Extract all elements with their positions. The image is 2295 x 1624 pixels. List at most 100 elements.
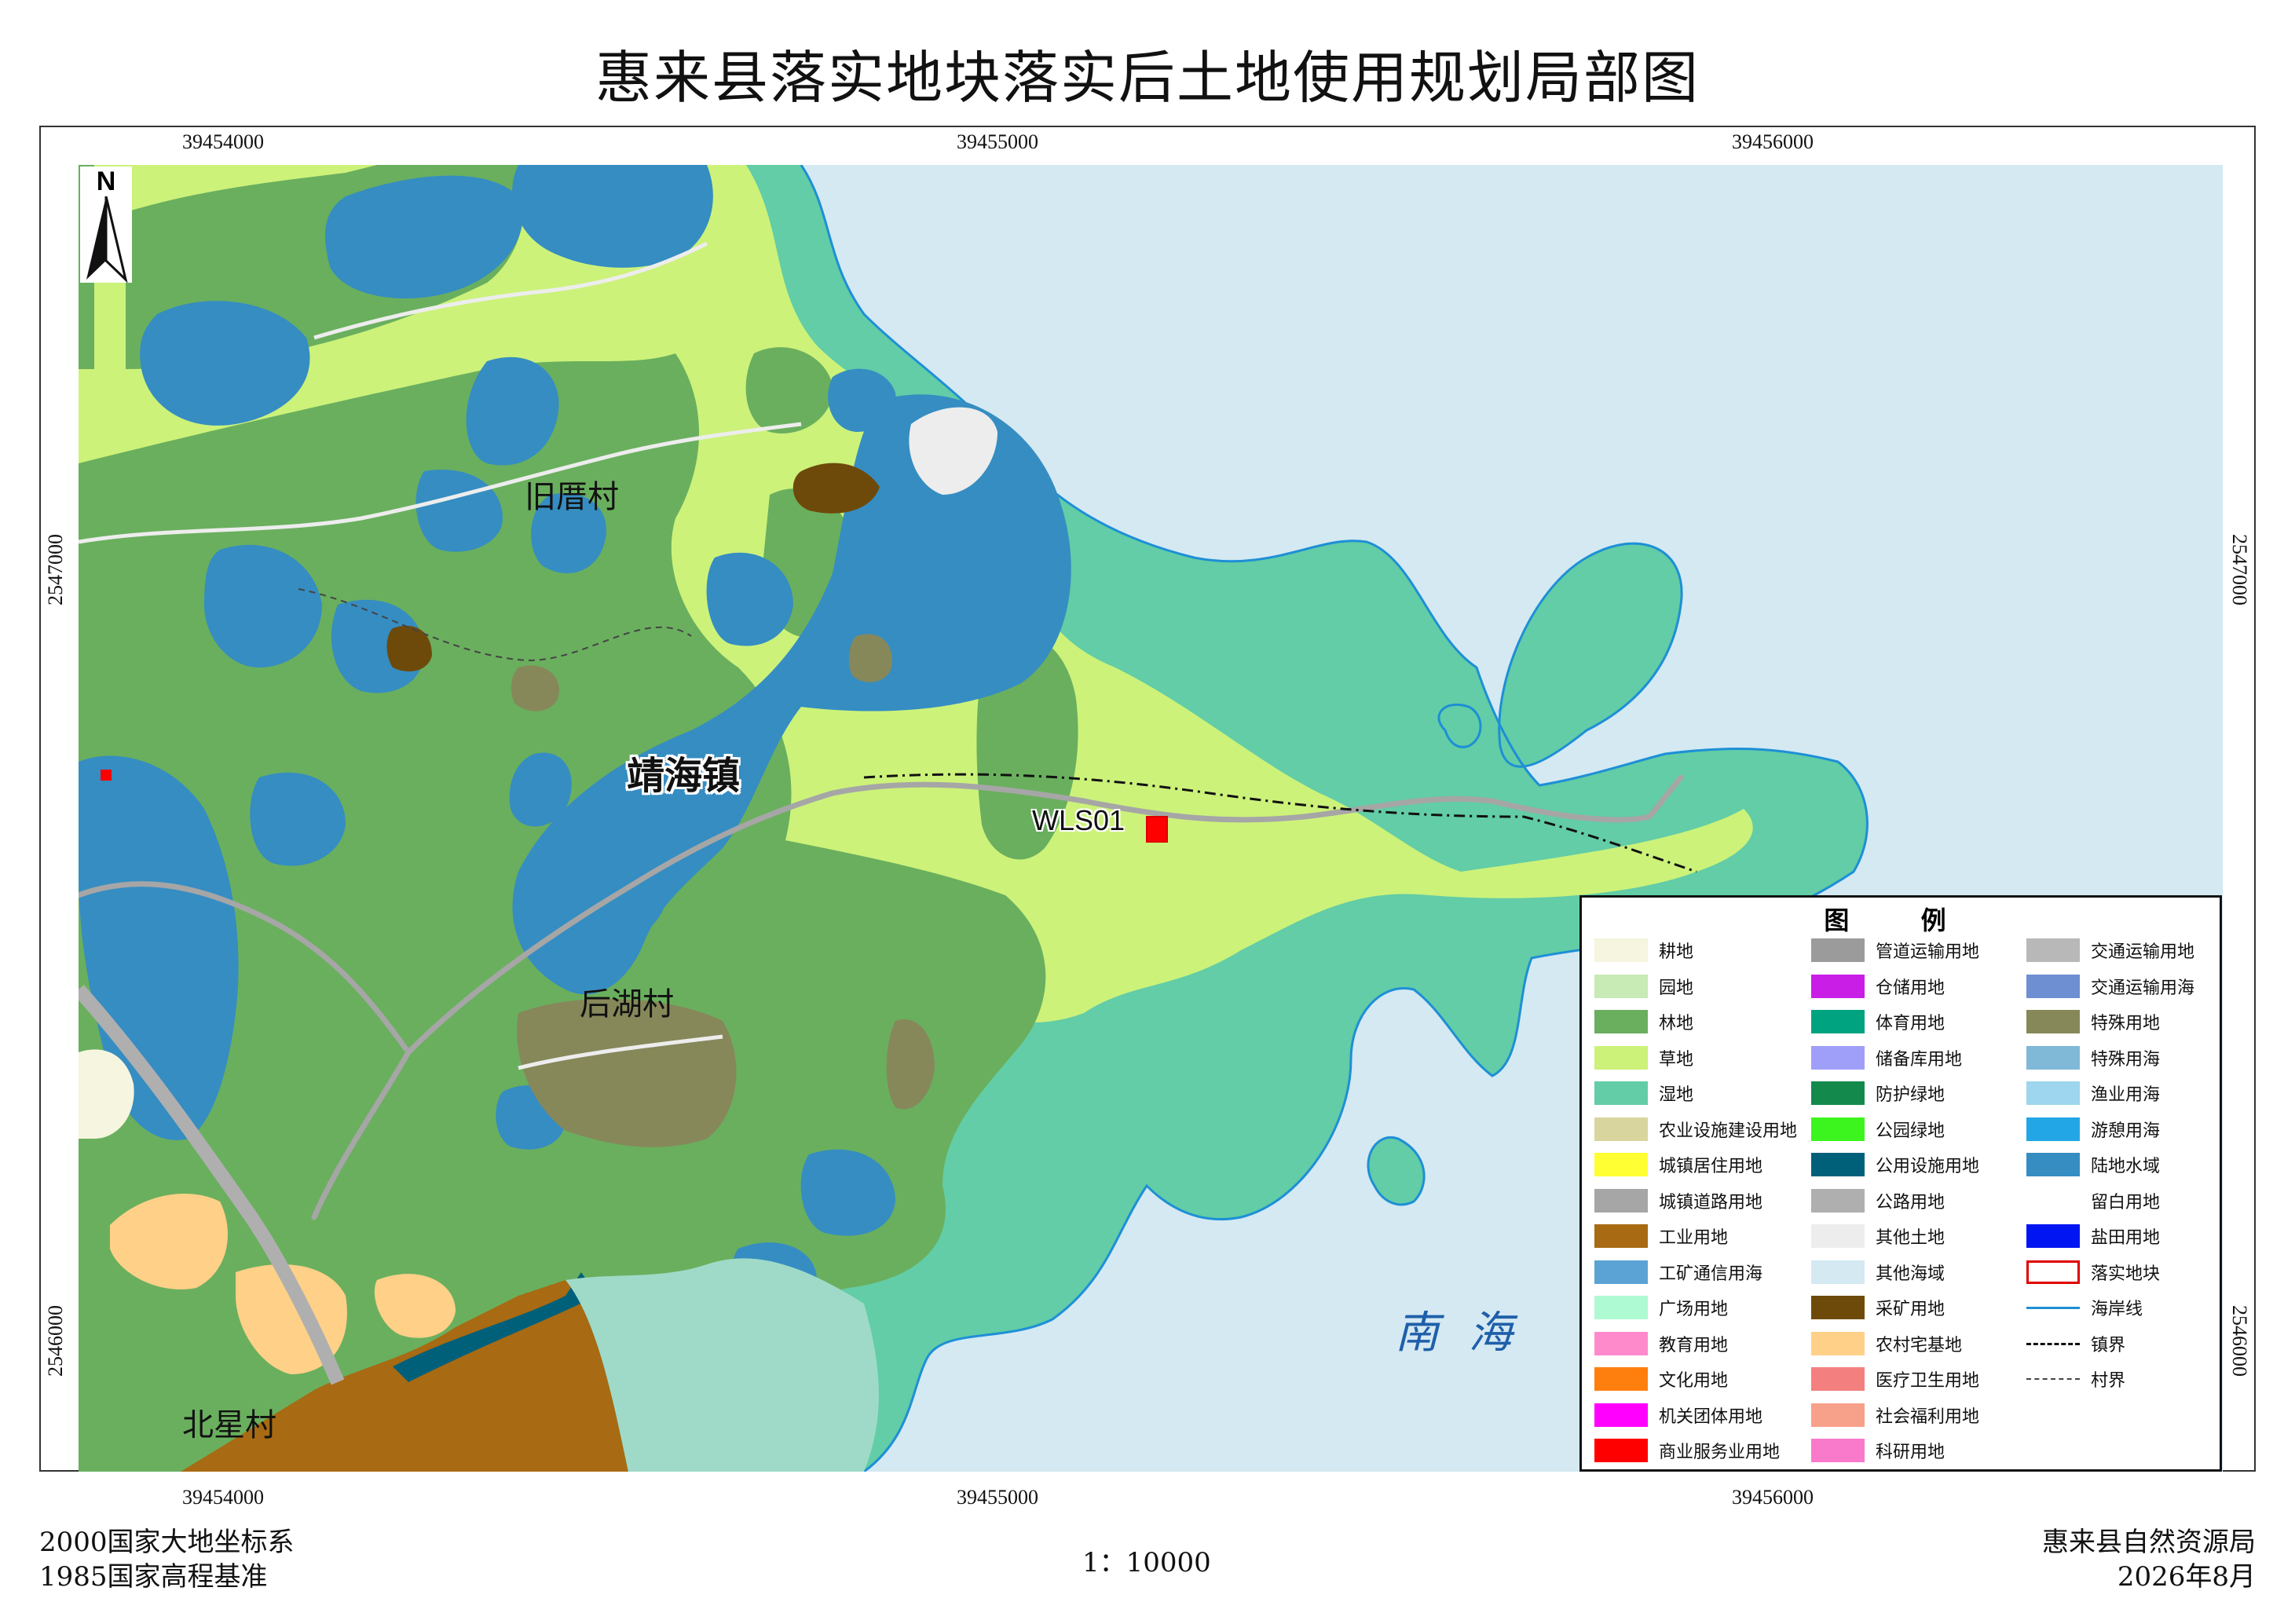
legend-item: 仓储用地: [1811, 973, 1945, 1000]
legend-item: 广场用地: [1594, 1294, 1728, 1321]
legend-swatch: [1594, 1010, 1648, 1033]
legend-label: 工矿通信用海: [1659, 1264, 1763, 1284]
legend-label: 农业设施建设用地: [1659, 1121, 1798, 1141]
legend-label: 其他土地: [1876, 1228, 1945, 1248]
legend-label: 特殊用地: [2091, 1014, 2161, 1033]
legend-item: 采矿用地: [1811, 1294, 1945, 1321]
label-beixing: 北星村: [182, 1407, 276, 1443]
legend-label: 体育用地: [1876, 1014, 1945, 1033]
legend-label: 盐田用地: [2091, 1228, 2161, 1248]
legend-swatch: [1811, 1367, 1865, 1391]
label-parcel-wls01: WLS01: [1032, 804, 1126, 836]
legend-swatch: [1594, 1331, 1648, 1355]
legend-swatch: [2026, 1188, 2080, 1213]
label-houhu: 后湖村: [580, 986, 674, 1022]
legend-item: 防护绿地: [1811, 1080, 1945, 1106]
legend-item: 机关团体用地: [1594, 1402, 1762, 1428]
legend-swatch: [1594, 974, 1648, 998]
legend-swatch: [1811, 974, 1865, 998]
legend-item: 文化用地: [1594, 1366, 1728, 1392]
legend-label: 交通运输用海: [2091, 978, 2195, 998]
footer-scale: 1：10000: [1082, 1547, 1211, 1578]
legend-swatch: [1811, 1439, 1865, 1462]
legend-label: 公用设施用地: [1876, 1157, 1980, 1176]
map-title: 惠来县落实地块落实后土地使用规划局部图: [595, 45, 1700, 111]
legend-label: 防护绿地: [1876, 1085, 1945, 1105]
legend-swatch: [2026, 1010, 2080, 1033]
north-label: N: [96, 166, 116, 196]
legend-swatch: [1811, 1403, 1865, 1427]
legend-swatch: [2026, 1296, 2080, 1319]
legend-swatch: [1594, 1188, 1648, 1213]
legend-swatch: [1594, 1260, 1648, 1284]
legend-item: 公用设施用地: [1811, 1151, 1979, 1178]
legend-swatch: [2026, 1117, 2080, 1141]
coord-top-x2: 39455000: [957, 130, 1038, 153]
legend-line: [2026, 1378, 2080, 1380]
legend-line: [2026, 1342, 2080, 1345]
legend-label: 医疗卫生用地: [1876, 1371, 1980, 1391]
legend-line: [2026, 1307, 2080, 1309]
legend-item: 陆地水域: [2026, 1151, 2160, 1178]
legend-swatch: [2026, 1224, 2080, 1248]
legend-item: 渔业用海: [2026, 1080, 2160, 1106]
legend-label: 游憩用海: [2091, 1121, 2161, 1141]
legend-item: 工业用地: [1594, 1223, 1728, 1249]
label-south-sea: 南 海: [1395, 1308, 1521, 1359]
legend-label: 村界: [2091, 1371, 2126, 1391]
legend-item: 储备库用地: [1811, 1044, 1962, 1071]
legend-label: 林地: [1659, 1014, 1694, 1033]
legend-label: 陆地水域: [2091, 1157, 2161, 1176]
legend-swatch: [1811, 1296, 1865, 1319]
legend-item: 教育用地: [1594, 1330, 1728, 1357]
legend-swatch: [2026, 1367, 2080, 1391]
legend-swatch: [1811, 1117, 1865, 1141]
legend-item: 镇界: [2026, 1330, 2125, 1357]
legend-label: 其他海域: [1876, 1264, 1945, 1284]
footer-height-datum: 1985国家高程基准: [39, 1561, 268, 1593]
legend-item: 城镇居住用地: [1594, 1151, 1762, 1178]
legend-item: 社会福利用地: [1811, 1402, 1979, 1428]
legend-item: 城镇道路用地: [1594, 1187, 1762, 1214]
legend-label: 城镇居住用地: [1659, 1157, 1763, 1176]
legend-label: 草地: [1659, 1049, 1694, 1070]
legend-item: 商业服务业用地: [1594, 1437, 1780, 1464]
legend-label: 公路用地: [1876, 1192, 1945, 1213]
legend-label: 公园绿地: [1876, 1121, 1945, 1141]
target-parcel-wls01[interactable]: [1146, 816, 1168, 843]
legend-swatch: [1811, 1224, 1865, 1248]
legend-swatch: [2026, 1260, 2080, 1284]
footer-date: 2026年8月: [2117, 1561, 2256, 1593]
footer-crs: 2000国家大地坐标系: [39, 1527, 295, 1558]
legend-item: 管道运输用地: [1811, 937, 1979, 964]
coord-bottom-x1: 39454000: [182, 1486, 264, 1509]
legend-swatch: [1811, 1045, 1865, 1070]
legend-item: 盐田用地: [2026, 1223, 2160, 1249]
legend-title: 图 例: [1824, 905, 1978, 935]
legend-item: 海岸线: [2026, 1294, 2143, 1321]
legend-label: 特殊用海: [2091, 1049, 2161, 1070]
commercial-parcel: [101, 770, 112, 781]
legend-swatch: [1594, 1224, 1648, 1248]
legend-item: 交通运输用海: [2026, 973, 2194, 1000]
legend-swatch: [1594, 1081, 1648, 1105]
coord-left-y1: 2547000: [44, 534, 67, 605]
legend-item: 工矿通信用海: [1594, 1259, 1762, 1286]
legend-label: 园地: [1659, 978, 1694, 998]
legend-label: 耕地: [1659, 942, 1694, 962]
legend-label: 农村宅基地: [1876, 1335, 1963, 1355]
legend-item: 体育用地: [1811, 1008, 1945, 1035]
north-arrow: N: [80, 166, 132, 283]
map-legend: 图 例 耕地 园地 林地 草地 湿地 农业设施建设用地 城镇居住用地 城镇道路用地 工业用地 工矿…: [1579, 895, 2222, 1472]
legend-label: 科研用地: [1876, 1443, 1945, 1462]
coord-right-y1: 2547000: [2228, 534, 2251, 605]
legend-label: 储备库用地: [1876, 1049, 1963, 1070]
legend-swatch: [1594, 1403, 1648, 1427]
legend-label: 海岸线: [2091, 1300, 2143, 1319]
legend-item: 留白用地: [2026, 1187, 2160, 1214]
legend-item: 草地: [1594, 1044, 1693, 1071]
legend-item: 特殊用海: [2026, 1044, 2160, 1071]
legend-label: 广场用地: [1659, 1300, 1729, 1319]
legend-swatch: [2026, 1153, 2080, 1176]
legend-swatch: [1811, 1331, 1865, 1355]
